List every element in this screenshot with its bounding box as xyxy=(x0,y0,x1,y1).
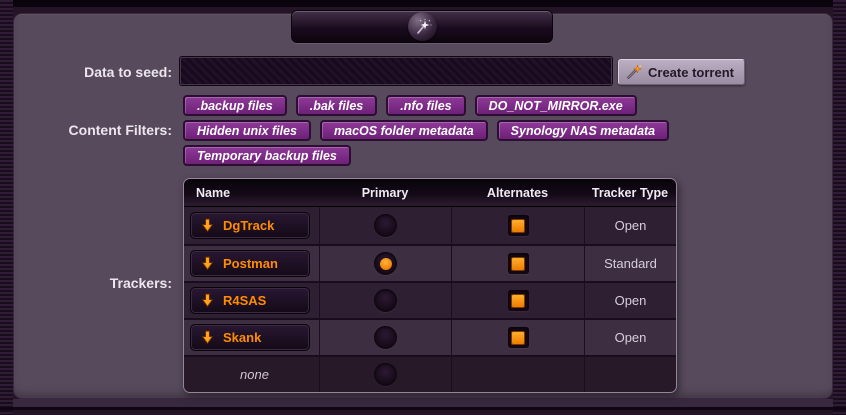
filter-chip[interactable]: Hidden unix files xyxy=(183,120,311,141)
tracker-type: Open xyxy=(615,218,647,233)
tracker-name-button[interactable]: DgTrack xyxy=(190,212,310,239)
trackers-table-header: Name Primary Alternates Tracker Type xyxy=(184,179,676,207)
create-torrent-label: Create torrent xyxy=(648,65,734,80)
magic-wand-sparkle-icon xyxy=(408,12,437,41)
bottom-frame-line xyxy=(0,407,846,410)
content-filter-chips: .backup files .bak files .nfo files DO_N… xyxy=(183,95,669,166)
tracker-row-none: none xyxy=(184,355,676,392)
trackers-label: Trackers: xyxy=(0,275,172,291)
alternate-checkbox[interactable] xyxy=(508,290,529,311)
filter-chip[interactable]: .nfo files xyxy=(386,95,465,116)
filter-chip[interactable]: macOS folder metadata xyxy=(320,120,488,141)
alternate-checkbox[interactable] xyxy=(508,327,529,348)
tracker-row: R4SAS Open xyxy=(184,281,676,318)
primary-radio[interactable] xyxy=(374,363,397,386)
filter-chip[interactable]: Synology NAS metadata xyxy=(497,120,669,141)
tracker-name-button[interactable]: R4SAS xyxy=(190,287,310,314)
data-to-seed-label: Data to seed: xyxy=(0,64,172,80)
column-header-alternates: Alternates xyxy=(451,179,584,206)
tracker-type: Standard xyxy=(604,256,657,271)
download-arrow-icon xyxy=(201,218,214,233)
filter-chip[interactable]: .bak files xyxy=(296,95,378,116)
trackers-table: Name Primary Alternates Tracker Type DgT… xyxy=(183,178,677,393)
content-filters-label: Content Filters: xyxy=(0,122,172,138)
download-arrow-icon xyxy=(201,256,214,271)
create-torrent-button[interactable]: Create torrent xyxy=(618,59,745,85)
tracker-row: DgTrack Open xyxy=(184,207,676,244)
section-toggle-button[interactable] xyxy=(291,10,553,43)
tracker-row: Skank Open xyxy=(184,318,676,355)
column-header-primary: Primary xyxy=(319,179,451,206)
tracker-type: Open xyxy=(615,293,647,308)
data-to-seed-input[interactable] xyxy=(180,57,612,85)
primary-radio[interactable] xyxy=(374,289,397,312)
filter-chip[interactable]: .backup files xyxy=(183,95,287,116)
alternate-checkbox[interactable] xyxy=(508,253,529,274)
bottom-frame-band xyxy=(13,399,833,407)
left-frame-texture xyxy=(0,0,13,415)
tracker-none-label: none xyxy=(240,367,269,382)
download-arrow-icon xyxy=(201,330,214,345)
tracker-name-button[interactable]: Postman xyxy=(190,250,310,277)
primary-radio[interactable] xyxy=(374,252,397,275)
primary-radio[interactable] xyxy=(374,326,397,349)
column-header-name: Name xyxy=(184,179,319,206)
window-top-strip xyxy=(0,0,846,7)
right-frame-texture xyxy=(833,0,846,415)
magic-wand-icon xyxy=(626,64,642,80)
download-arrow-icon xyxy=(201,293,214,308)
filter-chip[interactable]: DO_NOT_MIRROR.exe xyxy=(475,95,637,116)
alternate-checkbox[interactable] xyxy=(508,215,529,236)
primary-radio[interactable] xyxy=(374,214,397,237)
tracker-type: Open xyxy=(615,330,647,345)
column-header-tracker-type: Tracker Type xyxy=(584,179,676,206)
tracker-name-button[interactable]: Skank xyxy=(190,324,310,351)
tracker-row: Postman Standard xyxy=(184,244,676,281)
filter-chip[interactable]: Temporary backup files xyxy=(183,145,351,166)
